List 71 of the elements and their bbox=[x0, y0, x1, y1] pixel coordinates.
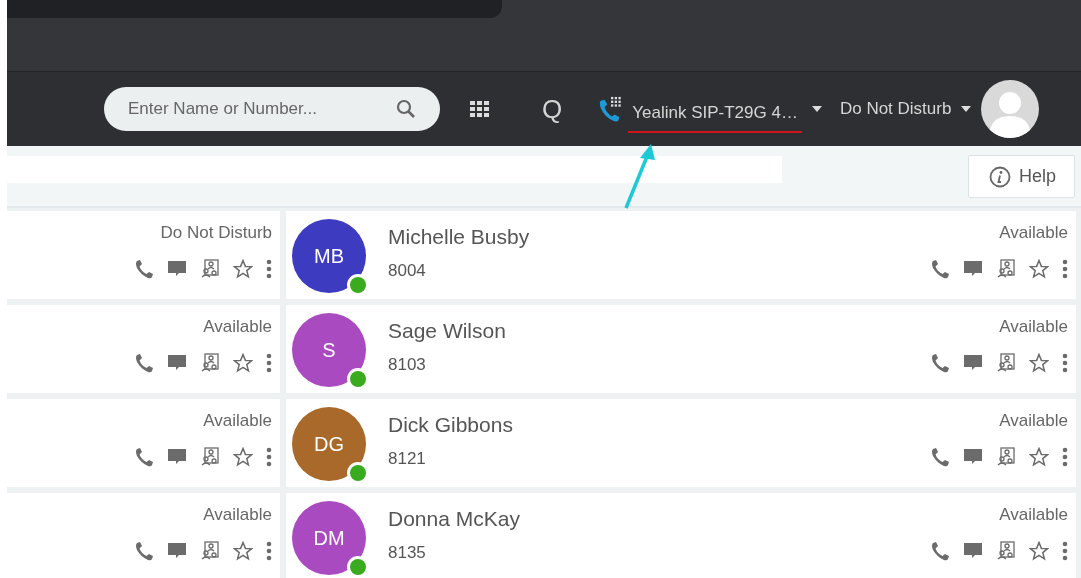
contact-extension: 8135 bbox=[388, 543, 427, 563]
contact-name: Michelle Busby bbox=[388, 225, 530, 249]
phone-icon[interactable] bbox=[930, 259, 950, 279]
star-icon[interactable] bbox=[1029, 353, 1049, 373]
more-icon[interactable] bbox=[266, 541, 272, 561]
contact-name: Dick Gibbons bbox=[388, 413, 513, 437]
contact-extension: 8121 bbox=[388, 449, 427, 469]
contact-avatar: S bbox=[292, 313, 366, 387]
chat-icon[interactable] bbox=[167, 259, 187, 279]
device-dropdown[interactable]: Yealink SIP-T29G 4… bbox=[628, 99, 802, 133]
star-icon[interactable] bbox=[233, 353, 253, 373]
presence-status: Available bbox=[203, 505, 272, 525]
search-icon[interactable] bbox=[396, 99, 416, 119]
more-icon[interactable] bbox=[1062, 259, 1068, 279]
phone-icon[interactable] bbox=[134, 447, 154, 467]
chat-icon[interactable] bbox=[963, 447, 983, 467]
caret-icon bbox=[811, 106, 822, 112]
contact-avatar: DM bbox=[292, 501, 366, 575]
transfer-icon[interactable] bbox=[200, 447, 220, 467]
contact-name: Donna McKay bbox=[388, 507, 520, 531]
phone-icon[interactable] bbox=[930, 353, 950, 373]
phone-icon[interactable] bbox=[134, 541, 154, 561]
star-icon[interactable] bbox=[233, 541, 253, 561]
chat-icon[interactable] bbox=[963, 259, 983, 279]
contact-extension: 8004 bbox=[388, 261, 427, 281]
info-icon bbox=[989, 165, 1011, 188]
presence-status: Available bbox=[999, 317, 1068, 337]
transfer-icon[interactable] bbox=[996, 447, 1016, 467]
chat-icon[interactable] bbox=[167, 541, 187, 561]
more-icon[interactable] bbox=[266, 259, 272, 279]
star-icon[interactable] bbox=[233, 259, 253, 279]
presence-status: Available bbox=[999, 505, 1068, 525]
user-avatar[interactable] bbox=[981, 80, 1040, 138]
star-icon[interactable] bbox=[233, 447, 253, 467]
transfer-icon[interactable] bbox=[200, 541, 220, 561]
transfer-icon[interactable] bbox=[996, 259, 1016, 279]
transfer-icon[interactable] bbox=[200, 353, 220, 373]
contact-avatar: MB bbox=[292, 219, 366, 293]
phone-icon[interactable] bbox=[134, 259, 154, 279]
presence-status: Available bbox=[999, 223, 1068, 243]
chat-icon[interactable] bbox=[963, 541, 983, 561]
contact-extension: 8103 bbox=[388, 355, 427, 375]
presence-status: Available bbox=[999, 411, 1068, 431]
contact-name: Sage Wilson bbox=[388, 319, 506, 343]
chat-icon[interactable] bbox=[963, 353, 983, 373]
queue-button[interactable]: Q bbox=[542, 93, 563, 125]
star-icon[interactable] bbox=[1029, 447, 1049, 467]
more-icon[interactable] bbox=[1062, 447, 1068, 467]
phone-icon[interactable] bbox=[930, 541, 950, 561]
more-icon[interactable] bbox=[1062, 353, 1068, 373]
star-icon[interactable] bbox=[1029, 259, 1049, 279]
star-icon[interactable] bbox=[1029, 541, 1049, 561]
presence-status: Available bbox=[203, 411, 272, 431]
transfer-icon[interactable] bbox=[200, 259, 220, 279]
phone-icon[interactable] bbox=[134, 353, 154, 373]
dialpad-icon[interactable] bbox=[470, 101, 490, 117]
more-icon[interactable] bbox=[266, 353, 272, 373]
chat-icon[interactable] bbox=[167, 447, 187, 467]
more-icon[interactable] bbox=[1062, 541, 1068, 561]
transfer-icon[interactable] bbox=[996, 541, 1016, 561]
help-button[interactable]: Help bbox=[968, 155, 1076, 198]
presence-status: Available bbox=[203, 317, 272, 337]
chat-icon[interactable] bbox=[167, 353, 187, 373]
caret-icon bbox=[961, 106, 972, 112]
more-icon[interactable] bbox=[266, 447, 272, 467]
transfer-icon[interactable] bbox=[996, 353, 1016, 373]
contact-avatar: DG bbox=[292, 407, 366, 481]
status-dropdown[interactable]: Do Not Disturb bbox=[839, 99, 952, 119]
phone-icon[interactable] bbox=[930, 447, 950, 467]
search-field[interactable]: Enter Name or Number... bbox=[104, 87, 440, 131]
presence-status: Do Not Disturb bbox=[160, 223, 272, 243]
